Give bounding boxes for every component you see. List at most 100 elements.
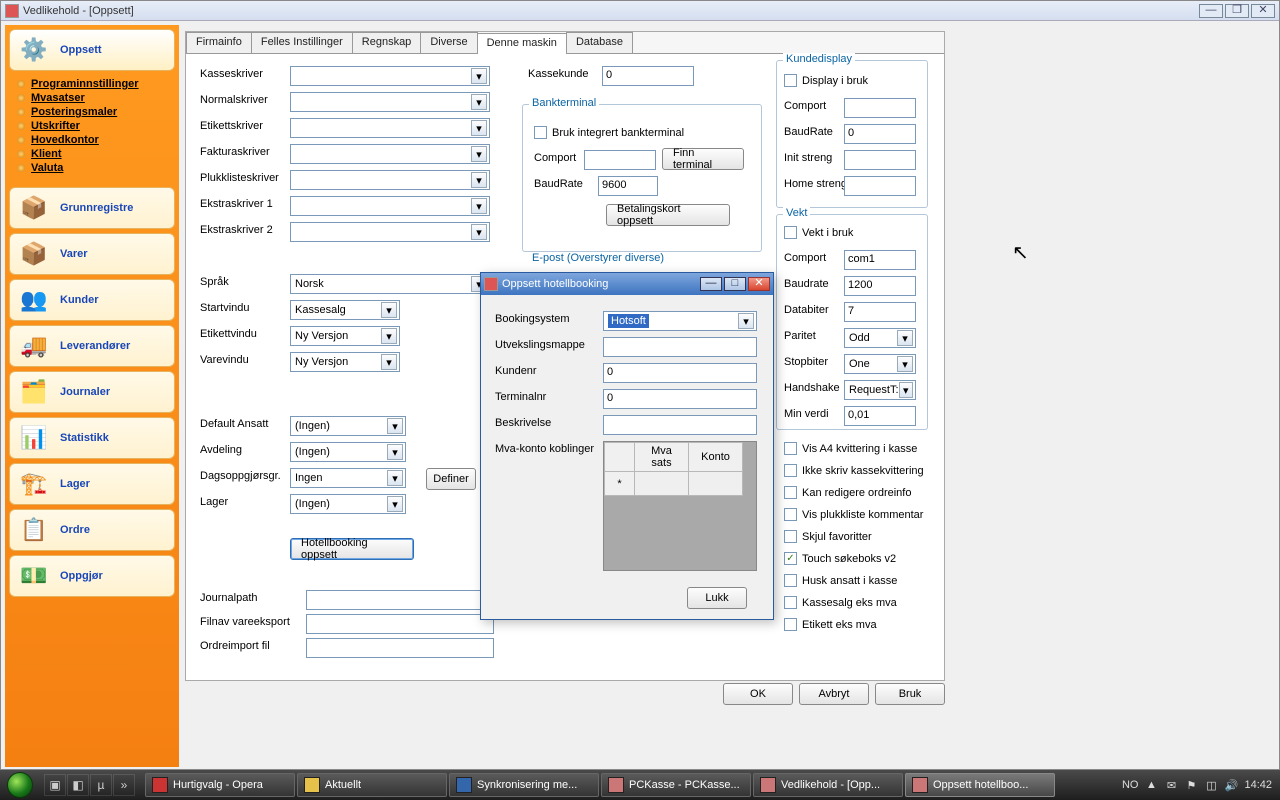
sidebar-sub-posteringsmaler[interactable]: Posteringsmaler: [17, 105, 177, 119]
dialog-maximize-icon[interactable]: □: [724, 277, 746, 291]
dropdown-ekstraskriver2[interactable]: ▾: [290, 222, 490, 242]
sidebar-item-journaler[interactable]: 🗂️Journaler: [9, 371, 175, 413]
sidebar-sub-valuta[interactable]: Valuta: [17, 161, 177, 175]
checkbox-etiketteks[interactable]: Etikett eks mva: [784, 618, 877, 631]
task-synkronisering[interactable]: Synkronisering me...: [449, 773, 599, 797]
table-cell[interactable]: [635, 472, 689, 496]
tab-dennemaskin[interactable]: Denne maskin: [477, 33, 567, 54]
tab-database[interactable]: Database: [566, 32, 633, 53]
dropdown-bookingsystem[interactable]: Hotsoft▾: [603, 311, 757, 331]
dropdown-fakturaskriver[interactable]: ▾: [290, 144, 490, 164]
sidebar-sub-mvasatser[interactable]: Mvasatser: [17, 91, 177, 105]
checkbox-visplukkliste[interactable]: Vis plukkliste kommentar: [784, 508, 923, 521]
sidebar-item-varer[interactable]: 📦Varer: [9, 233, 175, 275]
lukk-button[interactable]: Lukk: [687, 587, 747, 609]
input-databiter[interactable]: 7: [844, 302, 916, 322]
input-bt-comport[interactable]: [584, 150, 656, 170]
dropdown-varevindu[interactable]: Ny Versjon▾: [290, 352, 400, 372]
dropdown-handshake[interactable]: RequestT:▾: [844, 380, 916, 400]
sidebar-item-oppgjor[interactable]: 💵Oppgjør: [9, 555, 175, 597]
dropdown-startvindu[interactable]: Kassesalg▾: [290, 300, 400, 320]
dropdown-paritet[interactable]: Odd▾: [844, 328, 916, 348]
dialog-titlebar[interactable]: Oppsett hotellbooking — □ ✕: [481, 273, 773, 295]
tray-icon[interactable]: ⚑: [1184, 778, 1198, 792]
dropdown-sprak[interactable]: Norsk▾: [290, 274, 490, 294]
finnterminal-button[interactable]: Finn terminal: [662, 148, 744, 170]
dropdown-stopbiter[interactable]: One▾: [844, 354, 916, 374]
task-oppsett-hotellboo[interactable]: Oppsett hotellboo...: [905, 773, 1055, 797]
task-hurtigvalg[interactable]: Hurtigvalg - Opera: [145, 773, 295, 797]
tab-felles[interactable]: Felles Instillinger: [251, 32, 353, 53]
task-aktuellt[interactable]: Aktuellt: [297, 773, 447, 797]
input-terminalnr[interactable]: 0: [603, 389, 757, 409]
input-minverdi[interactable]: 0,01: [844, 406, 916, 426]
quicklaunch-item[interactable]: »: [113, 774, 135, 796]
table-mvakonto[interactable]: Mva satsKonto *: [603, 441, 757, 571]
checkbox-displayibruk[interactable]: Display i bruk: [784, 74, 868, 87]
checkbox-kassesalgeks[interactable]: Kassesalg eks mva: [784, 596, 897, 609]
bruk-button[interactable]: Bruk: [875, 683, 945, 705]
sidebar-item-statistikk[interactable]: 📊Statistikk: [9, 417, 175, 459]
checkbox-vektibruk[interactable]: Vekt i bruk: [784, 226, 853, 239]
minimize-icon[interactable]: —: [1199, 4, 1223, 18]
sidebar-sub-utskrifter[interactable]: Utskrifter: [17, 119, 177, 133]
network-icon[interactable]: ◫: [1204, 778, 1218, 792]
hotellbooking-button[interactable]: Hotellbooking oppsett: [290, 538, 414, 560]
sidebar-item-lager[interactable]: 🏗️Lager: [9, 463, 175, 505]
input-bt-baudrate[interactable]: 9600: [598, 176, 658, 196]
input-filnavvareeksport[interactable]: [306, 614, 494, 634]
checkbox-touchsoke[interactable]: ✓Touch søkeboks v2: [784, 552, 896, 565]
input-v-comport[interactable]: com1: [844, 250, 916, 270]
close-icon[interactable]: ✕: [1251, 4, 1275, 18]
ok-button[interactable]: OK: [723, 683, 793, 705]
input-initstreng[interactable]: [844, 150, 916, 170]
avbryt-button[interactable]: Avbryt: [799, 683, 869, 705]
quicklaunch-item[interactable]: ◧: [67, 774, 89, 796]
tray-icon[interactable]: ▲: [1144, 778, 1158, 792]
sidebar-item-leverandorer[interactable]: 🚚Leverandører: [9, 325, 175, 367]
start-button[interactable]: [0, 770, 40, 800]
checkbox-visa4[interactable]: Vis A4 kvittering i kasse: [784, 442, 917, 455]
clock[interactable]: 14:42: [1244, 779, 1272, 791]
dialog-minimize-icon[interactable]: —: [700, 277, 722, 291]
dropdown-plukklisteskriver[interactable]: ▾: [290, 170, 490, 190]
checkbox-ikkeskriv[interactable]: Ikke skriv kassekvittering: [784, 464, 924, 477]
checkbox-kanredigere[interactable]: Kan redigere ordreinfo: [784, 486, 911, 499]
sidebar-item-kunder[interactable]: 👥Kunder: [9, 279, 175, 321]
dropdown-etikettskriver[interactable]: ▾: [290, 118, 490, 138]
input-utvekslingsmappe[interactable]: [603, 337, 757, 357]
input-v-baudrate[interactable]: 1200: [844, 276, 916, 296]
quicklaunch-item[interactable]: µ: [90, 774, 112, 796]
betalingskort-button[interactable]: Betalingskort oppsett: [606, 204, 730, 226]
tab-firmainfo[interactable]: Firmainfo: [186, 32, 252, 53]
input-kundenr[interactable]: 0: [603, 363, 757, 383]
quicklaunch-item[interactable]: ▣: [44, 774, 66, 796]
dropdown-kasseskriver[interactable]: ▾: [290, 66, 490, 86]
dialog-close-icon[interactable]: ✕: [748, 277, 770, 291]
tab-diverse[interactable]: Diverse: [420, 32, 477, 53]
checkbox-skjulfav[interactable]: Skjul favoritter: [784, 530, 872, 543]
dropdown-ekstraskriver1[interactable]: ▾: [290, 196, 490, 216]
language-indicator[interactable]: NO: [1122, 779, 1139, 791]
task-vedlikehold[interactable]: Vedlikehold - [Opp...: [753, 773, 903, 797]
checkbox-huskansatt[interactable]: Husk ansatt i kasse: [784, 574, 897, 587]
tray-icon[interactable]: ✉: [1164, 778, 1178, 792]
dropdown-normalskriver[interactable]: ▾: [290, 92, 490, 112]
table-cell[interactable]: [689, 472, 743, 496]
dropdown-lager[interactable]: (Ingen)▾: [290, 494, 406, 514]
dropdown-defaultansatt[interactable]: (Ingen)▾: [290, 416, 406, 436]
definer-button[interactable]: Definer: [426, 468, 476, 490]
restore-icon[interactable]: ❐: [1225, 4, 1249, 18]
input-ordreimport[interactable]: [306, 638, 494, 658]
sidebar-sub-klient[interactable]: Klient: [17, 147, 177, 161]
sidebar-item-grunnregistre[interactable]: 📦Grunnregistre: [9, 187, 175, 229]
input-kd-baudrate[interactable]: 0: [844, 124, 916, 144]
input-kassekunde[interactable]: 0: [602, 66, 694, 86]
input-kd-comport[interactable]: [844, 98, 916, 118]
sidebar-item-ordre[interactable]: 📋Ordre: [9, 509, 175, 551]
task-pckasse[interactable]: PCKasse - PCKasse...: [601, 773, 751, 797]
volume-icon[interactable]: 🔊: [1224, 778, 1238, 792]
sidebar-sub-programinnstillinger[interactable]: Programinnstillinger: [17, 77, 177, 91]
dropdown-dagsoppgjor[interactable]: Ingen▾: [290, 468, 406, 488]
tab-regnskap[interactable]: Regnskap: [352, 32, 422, 53]
